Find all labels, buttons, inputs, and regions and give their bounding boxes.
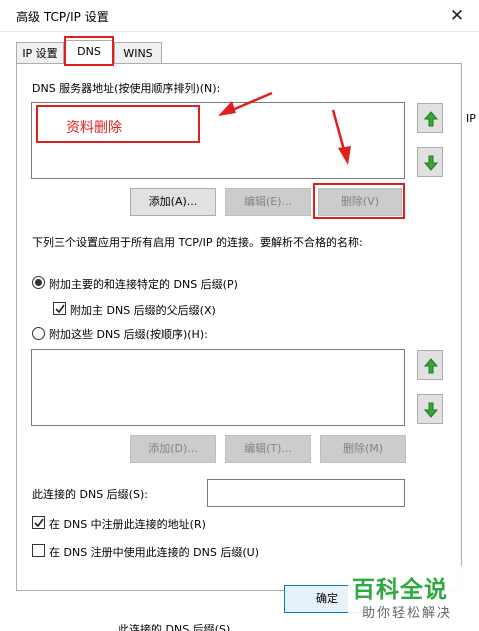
annotation-arrow-down-head: [338, 146, 351, 165]
annotation-arrow-left: [229, 91, 273, 113]
annotation-arrow-down: [331, 109, 346, 151]
annotation-arrows: [218, 91, 351, 165]
tab-dns[interactable]: DNS: [64, 40, 114, 65]
watermark: 百科全说 助你轻松解决: [348, 566, 479, 631]
annotation-arrow-left-head: [218, 101, 236, 116]
watermark-subtitle: 助你轻松解决: [362, 606, 453, 621]
watermark-title: 百科全说: [352, 577, 448, 603]
